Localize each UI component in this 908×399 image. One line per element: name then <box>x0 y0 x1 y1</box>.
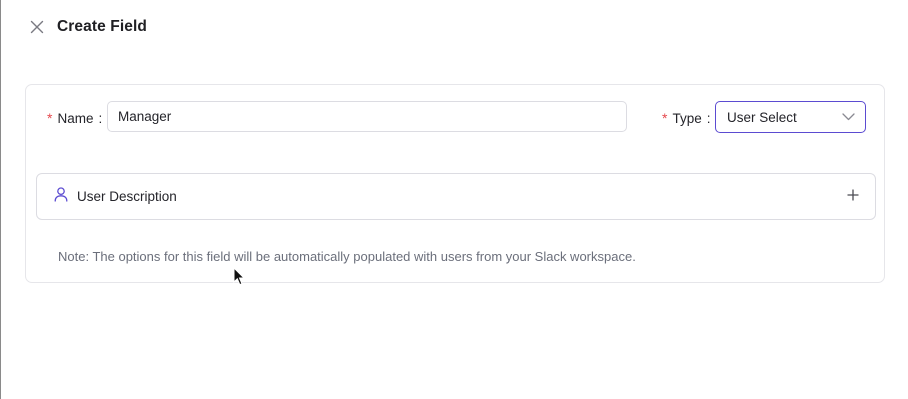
user-icon <box>54 186 68 207</box>
field-card: * Name : * Type : User Select User Descr… <box>25 84 885 283</box>
field-note: Note: The options for this field will be… <box>58 249 636 264</box>
window-edge <box>0 0 1 399</box>
type-select[interactable]: User Select <box>715 101 866 133</box>
page-title: Create Field <box>57 18 147 35</box>
required-marker: * <box>47 110 53 126</box>
type-label-separator: : <box>706 110 711 126</box>
chevron-down-icon <box>842 108 855 126</box>
page-header: Create Field <box>28 16 147 38</box>
name-label-group: * Name : <box>47 110 102 126</box>
name-label: Name <box>57 110 94 126</box>
plus-icon[interactable] <box>847 188 859 206</box>
type-label: Type <box>672 110 702 126</box>
name-label-separator: : <box>98 110 103 126</box>
type-select-value: User Select <box>727 109 797 125</box>
type-label-group: * Type : <box>662 110 711 126</box>
required-marker: * <box>662 110 668 126</box>
name-input[interactable] <box>107 101 627 132</box>
user-description-row[interactable]: User Description <box>36 173 876 220</box>
close-icon[interactable] <box>28 18 46 36</box>
user-description-label: User Description <box>77 189 177 204</box>
mouse-cursor-icon <box>233 266 246 291</box>
